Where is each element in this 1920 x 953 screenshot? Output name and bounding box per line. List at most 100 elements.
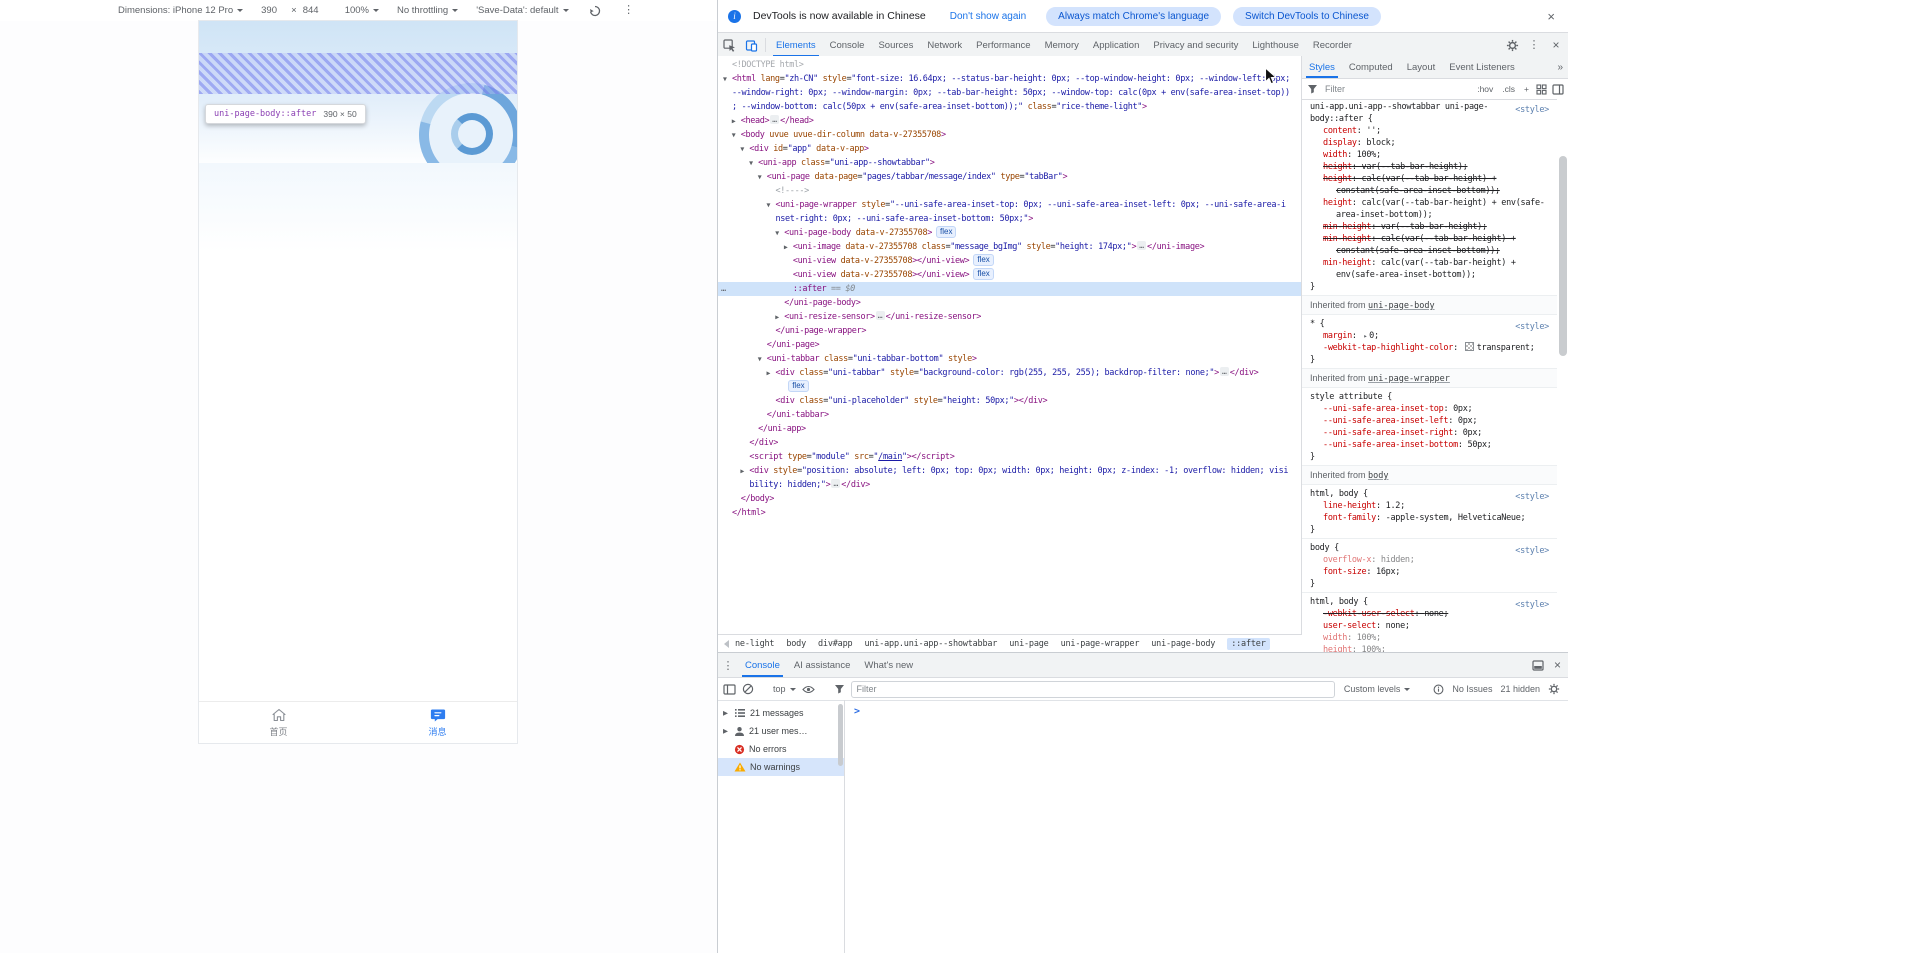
dom-tree-row[interactable]: ▼<uni-tabbar class="uni-tabbar-bottom" s… (718, 352, 1301, 366)
drawer-menu-icon[interactable]: ⋮ (718, 653, 738, 677)
dom-tree-row[interactable]: nset-right: 0px; --uni-safe-area-inset-b… (718, 212, 1301, 226)
collapse-arrow-icon[interactable]: ▼ (767, 198, 771, 212)
scrollbar-thumb[interactable] (1559, 156, 1567, 356)
dom-tree-row[interactable]: </uni-app> (718, 422, 1301, 436)
dom-tree-row[interactable]: ▼<body uvue uvue-dir-column data-v-27355… (718, 128, 1301, 142)
console-sidebar-item[interactable]: ▶21 user mes… (718, 722, 844, 740)
css-declaration[interactable]: width: 100%; (1310, 149, 1553, 161)
dom-tree-row[interactable]: ; --window-bottom: calc(50px + env(safe-… (718, 100, 1301, 114)
collapse-arrow-icon[interactable]: ▼ (740, 142, 744, 156)
toggle-element-state-button[interactable]: :hov (1475, 83, 1495, 95)
inherited-node-link[interactable]: uni-page-wrapper (1368, 374, 1450, 384)
dom-tree-row[interactable]: …::after == $0 (718, 282, 1301, 296)
breadcrumb-item[interactable]: ne-light (735, 639, 774, 649)
inherited-node-link[interactable]: uni-page-body (1368, 301, 1435, 311)
console-sidebar-item[interactable]: No warnings (718, 758, 844, 776)
zoom-selector[interactable]: 100% (345, 5, 379, 16)
breadcrumb-item[interactable]: uni-page (1009, 639, 1048, 649)
flex-badge[interactable]: flex (973, 254, 993, 266)
console-sidebar-scrollbar[interactable] (838, 704, 843, 766)
breadcrumb-item[interactable]: uni-page-body (1151, 639, 1215, 649)
css-declaration[interactable]: -webkit-tap-highlight-color: transparent… (1310, 342, 1553, 354)
console-settings-gear-icon[interactable] (1548, 683, 1560, 695)
css-declaration[interactable]: --uni-safe-area-inset-top: 0px; (1310, 403, 1553, 415)
inspect-element-icon[interactable] (718, 33, 740, 57)
css-selector[interactable]: html, body {<style> (1310, 488, 1553, 500)
dom-tree-row[interactable]: <script type="module" src="/main"></scri… (718, 450, 1301, 464)
more-tabs-icon[interactable]: » (1551, 62, 1569, 73)
expand-ellipsis[interactable]: … (876, 311, 885, 320)
css-declaration[interactable]: min-height: calc(var(--tab-bar-height) +… (1310, 233, 1553, 257)
collapse-arrow-icon[interactable]: ▼ (758, 170, 762, 184)
breadcrumb-item[interactable]: ::after (1227, 638, 1269, 650)
expand-ellipsis[interactable]: … (1137, 241, 1146, 250)
dom-tree-row[interactable]: ▼<uni-app class="uni-app--showtabbar"> (718, 156, 1301, 170)
tabbar-item-home[interactable]: 首页 (199, 702, 358, 743)
console-filter-input[interactable] (851, 681, 1335, 698)
css-declaration[interactable]: min-height: calc(var(--tab-bar-height) +… (1310, 257, 1553, 281)
device-toolbar-menu-icon[interactable]: ⋮ (621, 5, 637, 16)
dom-tree-row[interactable]: </uni-tabbar> (718, 408, 1301, 422)
color-swatch[interactable] (1465, 342, 1474, 351)
collapse-arrow-icon[interactable]: ▼ (775, 226, 779, 240)
css-selector[interactable]: uni-app.uni-app--showtabbar uni-page-bod… (1310, 101, 1553, 125)
dom-tree-row[interactable]: ▶<div class="uni-tabbar" style="backgrou… (718, 366, 1301, 380)
eye-icon[interactable] (802, 685, 815, 694)
css-declaration[interactable]: height: calc(var(--tab-bar-height) + con… (1310, 173, 1553, 197)
dom-tree-row[interactable]: bility: hidden;">…</div> (718, 478, 1301, 492)
device-selector[interactable]: Dimensions: iPhone 12 Pro (118, 5, 243, 16)
save-data-selector[interactable]: 'Save-Data': default (476, 5, 568, 16)
expand-ellipsis[interactable]: … (831, 479, 840, 488)
dom-tree-row[interactable]: ▼<uni-page-body data-v-27355708>flex (718, 226, 1301, 240)
tab-lighthouse[interactable]: Lighthouse (1245, 33, 1305, 57)
css-declaration[interactable]: overflow-x: hidden; (1310, 554, 1553, 566)
dom-tree-row[interactable]: ▼<uni-page data-page="pages/tabbar/messa… (718, 170, 1301, 184)
dom-tree-row[interactable]: </html> (718, 506, 1301, 520)
drawer-tab-ai-assistance[interactable]: AI assistance (787, 653, 858, 677)
expand-ellipsis[interactable]: … (770, 115, 779, 124)
throttling-selector[interactable]: No throttling (397, 5, 458, 16)
stylesheet-origin-link[interactable]: <style> (1515, 599, 1549, 611)
rotate-device-icon[interactable] (587, 5, 603, 17)
node-menu-dots-icon[interactable]: … (721, 282, 726, 296)
css-declaration[interactable]: user-select: none; (1310, 620, 1553, 632)
dom-tree-row[interactable]: </uni-page-body> (718, 296, 1301, 310)
breadcrumb-item[interactable]: uni-page-wrapper (1061, 639, 1140, 649)
css-declaration[interactable]: min-height: var(--tab-bar-height); (1310, 221, 1553, 233)
flex-badge[interactable]: flex (973, 268, 993, 280)
console-sidebar-toggle-icon[interactable] (723, 684, 736, 695)
styles-filter-input[interactable] (1323, 83, 1470, 95)
css-selector[interactable]: html, body {<style> (1310, 596, 1553, 608)
css-declaration[interactable]: --uni-safe-area-inset-right: 0px; (1310, 427, 1553, 439)
close-drawer-icon[interactable]: × (1554, 658, 1561, 672)
css-declaration[interactable]: --uni-safe-area-inset-left: 0px; (1310, 415, 1553, 427)
stylesheet-origin-link[interactable]: <style> (1515, 104, 1549, 116)
dom-tree-row[interactable]: </div> (718, 436, 1301, 450)
dom-tree-row[interactable]: ▶<uni-image data-v-27355708 class="messa… (718, 240, 1301, 254)
collapse-arrow-icon[interactable]: ▼ (758, 352, 762, 366)
css-declaration[interactable]: font-size: 16px; (1310, 566, 1553, 578)
breadcrumb-item[interactable]: uni-app.uni-app--showtabbar (864, 639, 997, 649)
tab-application[interactable]: Application (1086, 33, 1146, 57)
dom-tree-row[interactable]: ▼<html lang="zh-CN" style="font-size: 16… (718, 72, 1301, 86)
dom-tree-row[interactable]: ▶<div style="position: absolute; left: 0… (718, 464, 1301, 478)
inherited-node-link[interactable]: body (1368, 471, 1388, 481)
tab-console[interactable]: Console (823, 33, 872, 57)
drawer-tab-console[interactable]: Console (738, 653, 787, 677)
breadcrumb-item[interactable]: body (786, 639, 806, 649)
close-banner-icon[interactable]: × (1543, 9, 1559, 24)
dom-tree-row[interactable]: <div class="uni-placeholder" style="heig… (718, 394, 1301, 408)
dom-tree-row[interactable]: </uni-page> (718, 338, 1301, 352)
sidebar-tab-event-listeners[interactable]: Event Listeners (1442, 56, 1521, 78)
dom-tree-row[interactable]: </body> (718, 492, 1301, 506)
new-style-rule-button[interactable]: + (1522, 83, 1531, 95)
devtools-menu-icon[interactable]: ⋮ (1523, 40, 1545, 51)
collapse-arrow-icon[interactable]: ▼ (732, 128, 736, 142)
stylesheet-origin-link[interactable]: <style> (1515, 321, 1549, 333)
tab-privacy-and-security[interactable]: Privacy and security (1146, 33, 1245, 57)
emulated-device-viewport[interactable]: uni-page-body::after 390 × 50 首页消息 (199, 21, 517, 743)
dom-tree-row[interactable]: --window-right: 0px; --window-margin: 0p… (718, 86, 1301, 100)
tabbar-item-chat[interactable]: 消息 (358, 702, 517, 743)
dom-tree-row[interactable]: ▼<div id="app" data-v-app> (718, 142, 1301, 156)
css-declaration[interactable]: width: 100%; (1310, 632, 1553, 644)
